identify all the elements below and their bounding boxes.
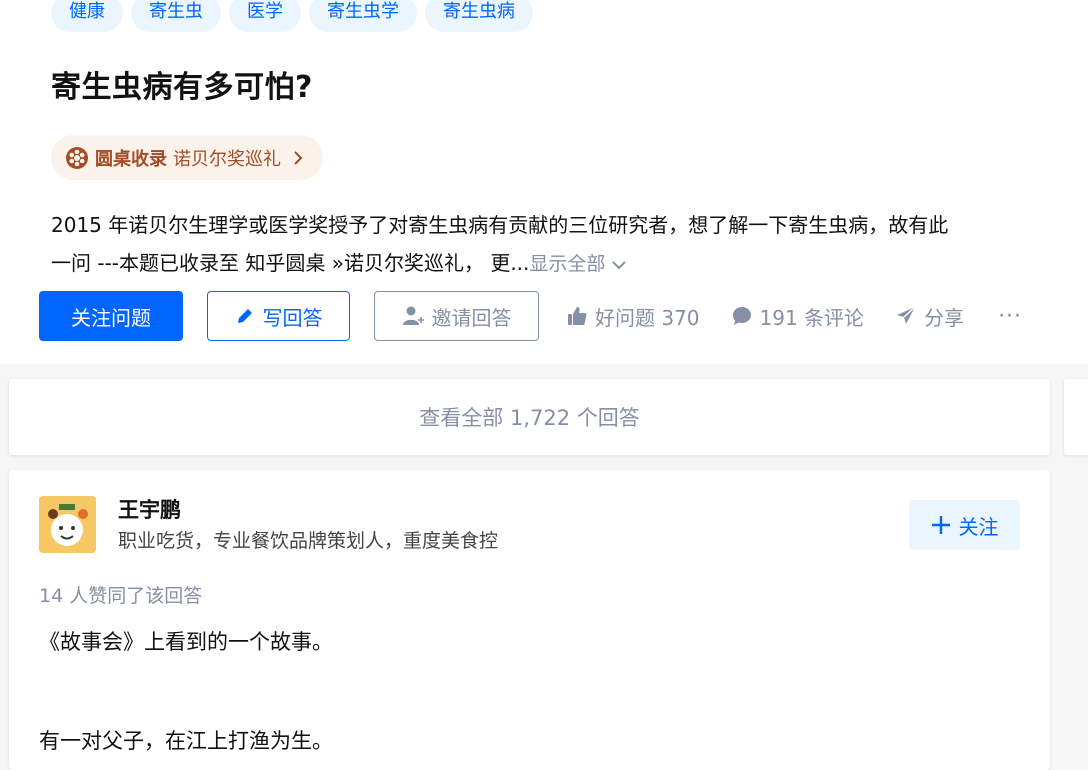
question-title: 寄生虫病有多可怕? bbox=[51, 70, 313, 105]
follow-question-button[interactable]: 关注问题 bbox=[39, 291, 183, 341]
plus-icon bbox=[931, 516, 950, 534]
follow-author-button[interactable]: 关注 bbox=[909, 500, 1020, 550]
chevron-down-icon bbox=[612, 260, 627, 269]
question-description: 2015 年诺贝尔生理学或医学奖授予了对寄生虫病有贡献的三位研究者，想了解一下寄… bbox=[51, 206, 1071, 283]
vote-count: 14 人赞同了该回答 bbox=[39, 585, 203, 607]
invite-answer-button[interactable]: 邀请回答 bbox=[374, 291, 539, 341]
author-bio: 职业吃货，专业餐饮品牌策划人，重度美食控 bbox=[118, 530, 499, 552]
show-all-label: 显示全部 bbox=[529, 253, 606, 275]
roundtable-label: 圆桌收录 bbox=[95, 148, 167, 170]
description-text: 一问 ---本题已收录至 知乎圆桌 »诺贝尔奖巡礼， 更... bbox=[51, 251, 530, 275]
more-options-button[interactable]: ··· bbox=[998, 304, 1022, 329]
comments-button[interactable]: 191 条评论 bbox=[732, 302, 865, 331]
roundtable-icon bbox=[66, 146, 88, 169]
topic-tag[interactable]: 寄生虫病 bbox=[425, 0, 533, 32]
author-name[interactable]: 王宇鹏 bbox=[118, 494, 181, 524]
topic-tag[interactable]: 医学 bbox=[229, 0, 301, 32]
good-question-label: 好问题 370 bbox=[595, 305, 700, 330]
comment-icon bbox=[732, 307, 751, 325]
chevron-right-icon bbox=[294, 150, 303, 165]
write-answer-button[interactable]: 写回答 bbox=[207, 291, 350, 341]
invite-answer-label: 邀请回答 bbox=[431, 305, 512, 330]
avatar[interactable] bbox=[39, 496, 96, 553]
sidebar-card-edge bbox=[1064, 379, 1088, 455]
view-all-answers-button[interactable]: 查看全部 1,722 个回答 bbox=[9, 379, 1050, 455]
share-label: 分享 bbox=[924, 305, 965, 330]
question-actions: 关注问题 写回答 邀请回答 好问题 370 191 条评论 分享 ··· bbox=[39, 291, 1022, 341]
add-user-icon bbox=[402, 306, 424, 325]
question-header: 健康 寄生虫 医学 寄生虫学 寄生虫病 寄生虫病有多可怕? 圆桌收录 诺贝尔奖巡… bbox=[0, 0, 1088, 364]
roundtable-badge[interactable]: 圆桌收录 诺贝尔奖巡礼 bbox=[51, 135, 323, 180]
write-answer-label: 写回答 bbox=[262, 305, 323, 330]
avatar-image bbox=[39, 496, 96, 553]
topic-list: 健康 寄生虫 医学 寄生虫学 寄生虫病 bbox=[51, 0, 533, 32]
pencil-icon bbox=[237, 309, 252, 323]
roundtable-name: 诺贝尔奖巡礼 bbox=[173, 148, 281, 170]
follow-author-label: 关注 bbox=[958, 514, 999, 539]
good-question-button[interactable]: 好问题 370 bbox=[567, 302, 700, 331]
thumbs-up-icon bbox=[568, 307, 587, 325]
topic-tag[interactable]: 健康 bbox=[51, 0, 123, 32]
answer-paragraph: 《故事会》上看到的一个故事。 bbox=[39, 630, 333, 654]
answer-paragraph: 有一对父子，在江上打渔为生。 bbox=[39, 729, 333, 753]
share-button[interactable]: 分享 bbox=[896, 302, 964, 331]
description-line-2: 一问 ---本题已收录至 知乎圆桌 »诺贝尔奖巡礼， 更...显示全部 bbox=[51, 244, 1071, 283]
topic-tag[interactable]: 寄生虫 bbox=[131, 0, 221, 32]
send-icon bbox=[897, 306, 916, 324]
description-line: 2015 年诺贝尔生理学或医学奖授予了对寄生虫病有贡献的三位研究者，想了解一下寄… bbox=[51, 213, 949, 237]
topic-tag[interactable]: 寄生虫学 bbox=[309, 0, 417, 32]
comments-label: 191 条评论 bbox=[759, 305, 865, 330]
answer-card: 王宇鹏 职业吃货，专业餐饮品牌策划人，重度美食控 关注 14 人赞同了该回答 《… bbox=[9, 470, 1050, 770]
show-all-button[interactable]: 显示全部 bbox=[529, 253, 627, 275]
